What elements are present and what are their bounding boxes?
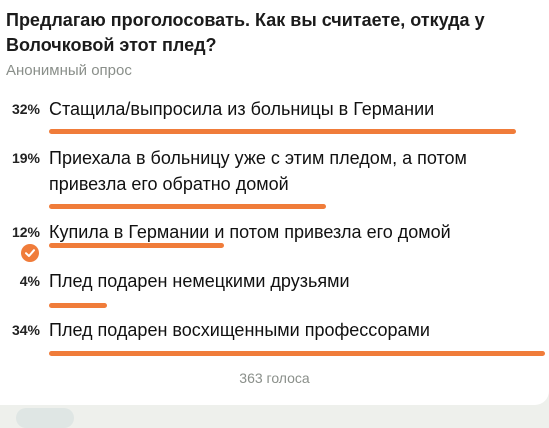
option-text: Плед подарен немецкими друзьями: [49, 271, 350, 291]
option-percent: 34%: [11, 322, 40, 338]
poll-card: Предлагаю проголосовать. Как вы считаете…: [0, 0, 549, 405]
poll-question: Предлагаю проголосовать. Как вы считаете…: [6, 10, 485, 55]
total-votes[interactable]: 363 голоса: [0, 370, 549, 386]
option-percent: 19%: [11, 150, 40, 166]
option-text: Стащила/выпросила из больницы в Германии: [49, 99, 435, 119]
option-text: Плед подарен восхищенными профессорами: [49, 320, 430, 340]
next-message-bubble: [16, 408, 74, 428]
option-percent: 12%: [11, 224, 40, 240]
option-percent: 32%: [11, 101, 40, 117]
option-result-bar: [49, 204, 326, 209]
option-text: Купила в Германии и потом привезла его д…: [49, 222, 451, 242]
poll-type-label: Анонимный опрос: [6, 62, 132, 79]
option-percent: 4%: [19, 273, 40, 289]
check-circle-icon: [21, 244, 39, 262]
poll-option[interactable]: 32% Стащила/выпросила из больницы в Герм…: [0, 96, 549, 136]
option-result-bar: [49, 351, 545, 356]
option-text: Приехала в больницу уже с этим пледом, а…: [49, 148, 467, 194]
option-result-bar: [49, 129, 516, 134]
poll-option[interactable]: 34% Плед подарен восхищенными профессора…: [0, 317, 549, 359]
option-result-bar: [49, 243, 224, 248]
poll-option[interactable]: 12% Купила в Германии и потом привезла е…: [0, 219, 549, 264]
poll-option[interactable]: 19% Приехала в больницу уже с этим пледо…: [0, 145, 549, 211]
option-result-bar: [49, 303, 107, 308]
poll-option[interactable]: 4% Плед подарен немецкими друзьями: [0, 268, 549, 310]
